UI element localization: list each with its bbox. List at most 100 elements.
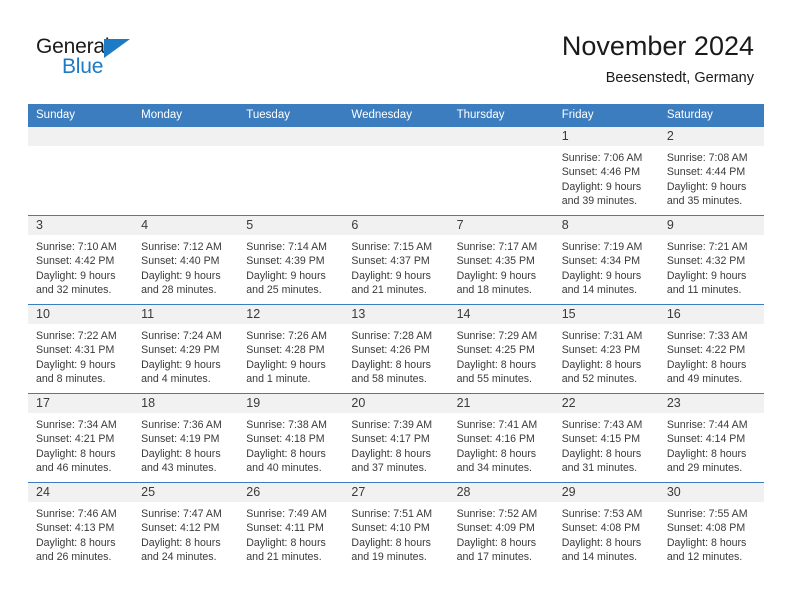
daylight-text: Daylight: 8 hours xyxy=(456,536,537,549)
day-cell[interactable]: 17 Sunrise: 7:34 AM Sunset: 4:21 PM Dayligh… xyxy=(28,394,134,482)
sunset-text: Sunset: 4:23 PM xyxy=(561,344,641,357)
sunrise-text: Sunrise: 7:38 AM xyxy=(246,419,327,431)
general-blue-logo[interactable]: General Blue xyxy=(36,36,156,82)
day-cell[interactable]: 2 Sunrise: 7:08 AM Sunset: 4:44 PM Daylight… xyxy=(658,127,764,215)
day-cell[interactable]: 9 Sunrise: 7:21 AM Sunset: 4:32 PM Daylight… xyxy=(658,216,764,304)
day-cell[interactable]: 18 Sunrise: 7:36 AM Sunset: 4:19 PM Dayligh… xyxy=(133,394,239,482)
day-cell[interactable]: 27 Sunrise: 7:51 AM Sunset: 4:10 PM Dayligh… xyxy=(343,483,449,571)
day-number-band xyxy=(448,127,554,146)
daylight-minutes-text: and 52 minutes. xyxy=(561,372,638,385)
day-cell[interactable]: 8 Sunrise: 7:19 AM Sunset: 4:34 PM Daylight… xyxy=(553,216,659,304)
day-number-band: 14 xyxy=(448,305,554,324)
day-cell-empty xyxy=(28,127,134,215)
day-cell[interactable]: 28 Sunrise: 7:52 AM Sunset: 4:09 PM Dayligh… xyxy=(448,483,554,571)
day-cell[interactable]: 5 Sunrise: 7:14 AM Sunset: 4:39 PM Daylight… xyxy=(238,216,344,304)
sunset-text: Sunset: 4:09 PM xyxy=(456,522,535,535)
day-cell[interactable]: 10 Sunrise: 7:22 AM Sunset: 4:31 PM Dayligh… xyxy=(28,305,134,393)
day-number-band xyxy=(133,127,239,146)
sunset-text: Sunset: 4:29 PM xyxy=(141,344,220,357)
daylight-text: Daylight: 8 hours xyxy=(666,358,747,371)
day-cell[interactable]: 3 Sunrise: 7:10 AM Sunset: 4:42 PM Daylight… xyxy=(28,216,134,304)
daylight-text: Daylight: 8 hours xyxy=(351,447,431,460)
daylight-minutes-text: and 4 minutes. xyxy=(141,372,211,385)
day-details: Sunrise: 7:41 AM Sunset: 4:16 PM Daylight:… xyxy=(449,413,554,475)
daylight-minutes-text: and 34 minutes. xyxy=(456,461,532,474)
day-number-band: 5 xyxy=(238,216,344,235)
sunrise-text: Sunrise: 7:12 AM xyxy=(141,241,222,253)
day-cell[interactable]: 25 Sunrise: 7:47 AM Sunset: 4:12 PM Dayligh… xyxy=(133,483,239,571)
day-number-band xyxy=(238,127,344,146)
daylight-minutes-text: and 12 minutes. xyxy=(666,550,743,563)
sunset-text: Sunset: 4:34 PM xyxy=(561,255,641,268)
day-number-band: 8 xyxy=(553,216,659,235)
day-number: 21 xyxy=(456,396,471,410)
sunrise-text: Sunrise: 7:49 AM xyxy=(246,508,327,520)
daylight-text: Daylight: 9 hours xyxy=(351,269,431,282)
daylight-text: Daylight: 9 hours xyxy=(456,269,537,282)
daylight-minutes-text: and 14 minutes. xyxy=(561,550,638,563)
day-cell[interactable]: 14 Sunrise: 7:29 AM Sunset: 4:25 PM Dayligh… xyxy=(448,305,554,393)
sunrise-text: Sunrise: 7:34 AM xyxy=(36,419,117,431)
day-cell[interactable]: 12 Sunrise: 7:26 AM Sunset: 4:28 PM Dayligh… xyxy=(238,305,344,393)
day-details: Sunrise: 7:14 AM Sunset: 4:39 PM Daylight:… xyxy=(238,235,343,297)
day-number-band: 24 xyxy=(28,483,134,502)
day-cell[interactable]: 29 Sunrise: 7:53 AM Sunset: 4:08 PM Dayligh… xyxy=(553,483,659,571)
sunset-text: Sunset: 4:19 PM xyxy=(141,433,220,446)
day-number-band: 6 xyxy=(343,216,449,235)
sunset-text: Sunset: 4:18 PM xyxy=(246,433,325,446)
day-cell[interactable]: 26 Sunrise: 7:49 AM Sunset: 4:11 PM Dayligh… xyxy=(238,483,344,571)
day-details: Sunrise: 7:24 AM Sunset: 4:29 PM Daylight:… xyxy=(133,324,238,386)
daylight-text: Daylight: 8 hours xyxy=(351,536,431,549)
sunset-text: Sunset: 4:10 PM xyxy=(351,522,430,535)
daylight-text: Daylight: 9 hours xyxy=(666,180,747,193)
daylight-text: Daylight: 9 hours xyxy=(141,358,221,371)
day-cell[interactable]: 19 Sunrise: 7:38 AM Sunset: 4:18 PM Dayligh… xyxy=(238,394,344,482)
weekday-header-row: Sunday Monday Tuesday Wednesday Thursday… xyxy=(28,104,764,126)
day-cell[interactable]: 15 Sunrise: 7:31 AM Sunset: 4:23 PM Dayligh… xyxy=(553,305,659,393)
sunset-text: Sunset: 4:15 PM xyxy=(561,433,641,446)
day-cell[interactable]: 11 Sunrise: 7:24 AM Sunset: 4:29 PM Dayligh… xyxy=(133,305,239,393)
sunrise-text: Sunrise: 7:17 AM xyxy=(456,241,538,253)
daylight-text: Daylight: 9 hours xyxy=(36,269,116,282)
day-cell[interactable]: 4 Sunrise: 7:12 AM Sunset: 4:40 PM Daylight… xyxy=(133,216,239,304)
daylight-minutes-text: and 39 minutes. xyxy=(561,194,638,207)
day-cell[interactable]: 21 Sunrise: 7:41 AM Sunset: 4:16 PM Dayligh… xyxy=(448,394,554,482)
day-cell[interactable]: 1 Sunrise: 7:06 AM Sunset: 4:46 PM Daylight… xyxy=(553,127,659,215)
day-number: 29 xyxy=(561,485,576,499)
day-number: 30 xyxy=(666,485,681,499)
day-cell[interactable]: 20 Sunrise: 7:39 AM Sunset: 4:17 PM Dayligh… xyxy=(343,394,449,482)
daylight-minutes-text: and 35 minutes. xyxy=(666,194,743,207)
page-header: General Blue November 2024 Beesenstedt, … xyxy=(0,0,792,100)
daylight-text: Daylight: 9 hours xyxy=(666,269,747,282)
day-details: Sunrise: 7:08 AM Sunset: 4:44 PM Daylight:… xyxy=(659,146,764,208)
sunrise-text: Sunrise: 7:15 AM xyxy=(351,241,433,253)
calendar-page: General Blue November 2024 Beesenstedt, … xyxy=(0,0,792,612)
weekday-header-tuesday: Tuesday xyxy=(246,109,290,121)
weekday-header-monday: Monday xyxy=(141,109,183,121)
day-cell-empty xyxy=(238,127,344,215)
day-number: 15 xyxy=(561,307,576,321)
day-details: Sunrise: 7:38 AM Sunset: 4:18 PM Daylight:… xyxy=(238,413,343,475)
day-details xyxy=(133,146,238,151)
day-cell[interactable]: 6 Sunrise: 7:15 AM Sunset: 4:37 PM Daylight… xyxy=(343,216,449,304)
daylight-minutes-text: and 1 minute. xyxy=(246,372,311,385)
day-cell[interactable]: 7 Sunrise: 7:17 AM Sunset: 4:35 PM Daylight… xyxy=(448,216,554,304)
daylight-minutes-text: and 18 minutes. xyxy=(456,283,532,296)
daylight-text: Daylight: 8 hours xyxy=(456,447,537,460)
daylight-text: Daylight: 8 hours xyxy=(351,358,431,371)
daylight-text: Daylight: 8 hours xyxy=(561,358,642,371)
day-number-band: 12 xyxy=(238,305,344,324)
day-cell[interactable]: 13 Sunrise: 7:28 AM Sunset: 4:26 PM Dayligh… xyxy=(343,305,449,393)
daylight-text: Daylight: 9 hours xyxy=(246,269,326,282)
day-cell[interactable]: 22 Sunrise: 7:43 AM Sunset: 4:15 PM Dayligh… xyxy=(553,394,659,482)
sunrise-text: Sunrise: 7:44 AM xyxy=(666,419,748,431)
sunset-text: Sunset: 4:26 PM xyxy=(351,344,430,357)
sunset-text: Sunset: 4:42 PM xyxy=(36,255,115,268)
day-cell[interactable]: 16 Sunrise: 7:33 AM Sunset: 4:22 PM Dayligh… xyxy=(658,305,764,393)
day-cell[interactable]: 24 Sunrise: 7:46 AM Sunset: 4:13 PM Dayligh… xyxy=(28,483,134,571)
day-cell[interactable]: 30 Sunrise: 7:55 AM Sunset: 4:08 PM Dayligh… xyxy=(658,483,764,571)
daylight-minutes-text: and 14 minutes. xyxy=(561,283,638,296)
day-cell[interactable]: 23 Sunrise: 7:44 AM Sunset: 4:14 PM Dayligh… xyxy=(658,394,764,482)
day-details: Sunrise: 7:19 AM Sunset: 4:34 PM Daylight:… xyxy=(554,235,659,297)
daylight-minutes-text: and 37 minutes. xyxy=(351,461,427,474)
